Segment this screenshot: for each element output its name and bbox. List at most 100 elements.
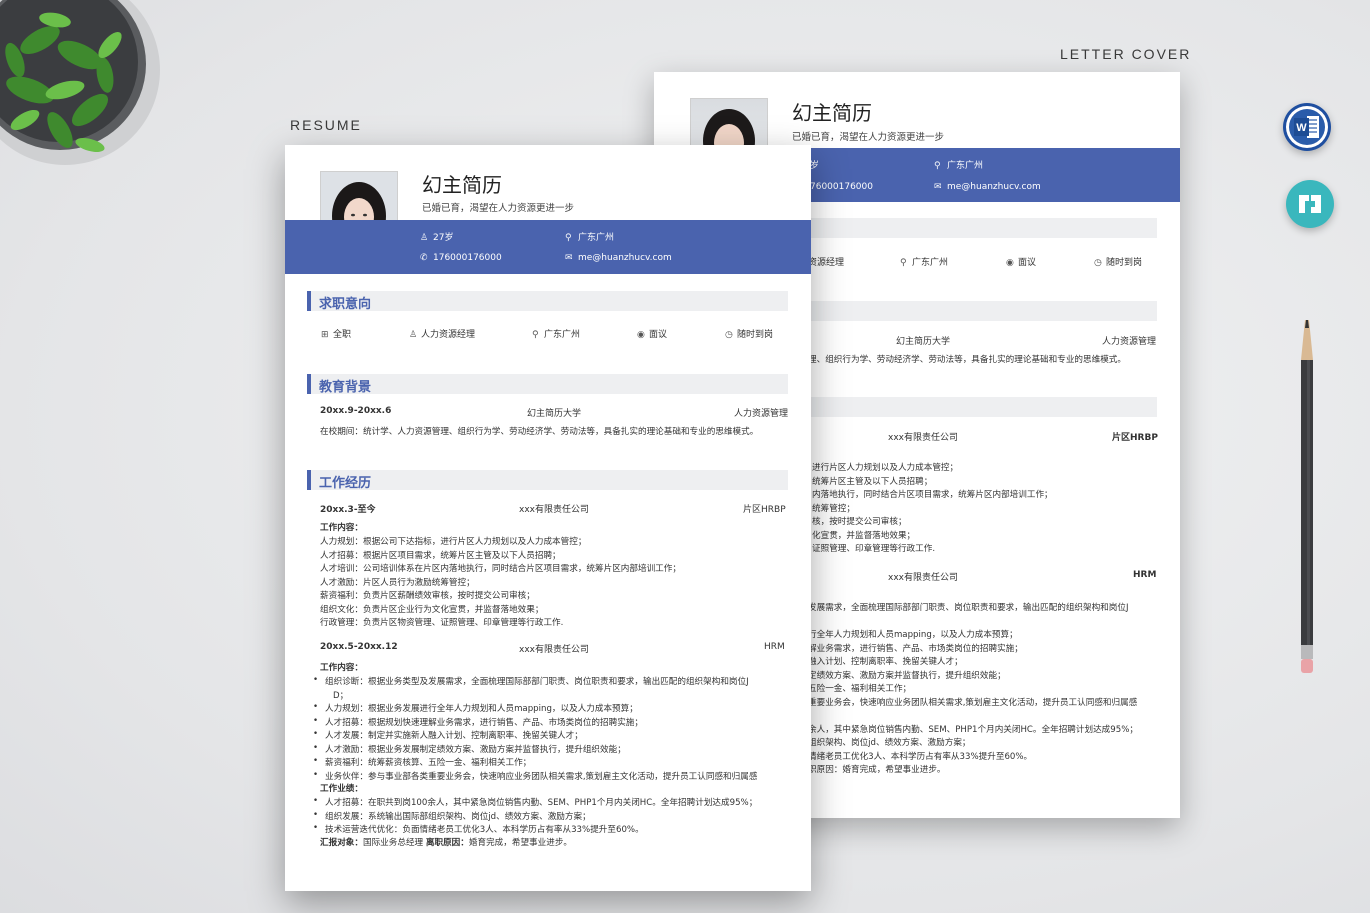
job-content-line: 人才激励：片区人员行为激励统筹管控； (320, 577, 475, 588)
location-icon: ⚲ (900, 258, 907, 268)
back-job1-line: 化宣贯，并监督落地效果； (812, 530, 916, 541)
phone-icon: ✆ (420, 253, 428, 263)
section-title-text: 教育背景 (319, 380, 372, 395)
word-app-icon[interactable]: W (1283, 103, 1331, 151)
job2-achieve-label: 工作业绩： (320, 784, 363, 794)
section-work-title: 工作经历 (307, 470, 788, 491)
resume-page: 幻主简历 已婚已育，渴望在人力资源更进一步 ♙ 27岁 ⚲ 广东广州 ✆ 176000… (285, 145, 811, 891)
mail-icon: ✉ (934, 182, 942, 192)
back-job2-line: 组织架构、岗位jd、绩效方案、激励方案； (808, 738, 971, 748)
mail-icon: ✉ (565, 253, 573, 263)
location-info: ⚲ 广东广州 (565, 233, 615, 243)
back-job1-line: 进行片区人力规划以及人力成本管控； (812, 463, 959, 473)
age-info: ♙ 27岁 (420, 233, 454, 243)
back-name: 幻主简历 (792, 101, 872, 125)
back-intent-3: ◉ 面议 (1006, 258, 1037, 268)
grid-icon: ⊞ (321, 330, 329, 340)
section-title-text: 工作经历 (319, 476, 372, 491)
job-content-bullet: 人才招募：根据规划快速理解业务需求，进行销售、产品、市场类岗位的招聘实施； (313, 716, 643, 728)
job1-content-label: 工作内容： (320, 523, 363, 533)
job1-title: 片区HRBP (743, 505, 786, 515)
back-age: 岁 (810, 161, 820, 171)
document-app-icon[interactable] (1286, 180, 1334, 228)
back-job2-line: 发展需求，全面梳理国际部部门职责、岗位职责和要求，输出匹配的组织架构和岗位J (808, 603, 1129, 613)
job2-period: 20xx.5-20xx.12 (320, 642, 398, 652)
back-job1-line: 统筹管控； (812, 503, 855, 514)
back-job2-line: 情绪老员工优化3人、本科学历占有率从33%提升至60%。 (808, 752, 1033, 762)
edu-period: 20xx.9-20xx.6 (320, 406, 392, 416)
plant-decoration (0, 0, 160, 165)
phone-info: ✆ 176000176000 (420, 253, 502, 263)
location-icon: ⚲ (934, 161, 941, 171)
intent-availability: ◷ 随时到岗 (725, 330, 774, 340)
back-phone: 76000176000 (810, 182, 873, 192)
job-content-line: 人力规划：根据公司下达指标，进行片区人力规划以及人力成本管控； (320, 537, 587, 547)
back-job2-line: 定绩效方案、激励方案并监督执行，提升组织效能； (808, 671, 1006, 681)
back-section-bar-3 (804, 397, 1157, 417)
job-content-bullet: 人才发展：制定并实施新人融入计划、控制离职率、挽留关键人才； (313, 729, 583, 741)
back-job2-company: xxx有限责任公司 (888, 573, 958, 583)
back-job1-title: 片区HRBP (1112, 433, 1158, 443)
back-edu-desc: 理、组织行为学、劳动经济学、劳动法等，具备扎实的理论基础和专业的思维模式。 (808, 355, 1126, 365)
back-job1-company: xxx有限责任公司 (888, 433, 958, 443)
back-job2-line: 余人，其中紧急岗位销售内勤、SEM、PHP1个月内关闭HC。全年招聘计划达成95… (808, 725, 1138, 735)
job-content-line: 人才培训：公司培训体系在片区内落地执行，同时结合片区项目需求，统筹片区内部培训工… (320, 564, 681, 574)
pencil-decoration (1301, 320, 1313, 673)
word-icon: W (1286, 106, 1328, 148)
job-content-bullet: 组织诊断：根据业务类型及发展需求，全面梳理国际部部门职责、岗位职责和要求，输出匹… (313, 675, 749, 687)
achievement-bullet: 人才招募：在职共到岗100余人，其中紧急岗位销售内勤、SEM、PHP1个月内关闭… (313, 796, 757, 808)
edu-school: 幻主简历大学 (527, 409, 582, 419)
job-content-line: 人才招募：根据片区项目需求，统筹片区主管及以下人员招聘； (320, 550, 561, 561)
person-icon: ♙ (420, 233, 429, 243)
job-content-bullet: D； (333, 690, 349, 701)
job-content-line: 薪资福利：负责片区薪酬绩效审核，按时提交公司审核； (320, 591, 535, 601)
back-job2-title: HRM (1133, 570, 1157, 580)
achievement-bullet: 技术运营迭代优化：负面情绪老员工优化3人、本科学历占有率从33%提升至60%。 (313, 823, 644, 835)
location-icon: ⚲ (565, 233, 572, 243)
job2-title: HRM (764, 642, 785, 652)
back-job1-line: 核，按时提交公司审核； (812, 517, 907, 527)
section-education-title: 教育背景 (307, 374, 788, 395)
back-edu-school: 幻主简历大学 (896, 337, 951, 347)
back-job2-line: 融入计划、控制离职率、挽留关键人才； (808, 657, 963, 667)
section-title-text: 求职意向 (319, 297, 372, 312)
salary-icon: ◉ (637, 330, 645, 340)
resume-slogan: 已婚已育，渴望在人力资源更进一步 (422, 203, 575, 214)
back-slogan: 已婚已育，渴望在人力资源更进一步 (792, 132, 945, 143)
job-content-bullet: 人力规划：根据业务发展进行全年人力规划和人员mapping，以及人力成本预算； (313, 702, 638, 714)
back-job1-line: 统筹片区主管及以下人员招聘； (812, 476, 933, 487)
section-accent-bar (307, 470, 311, 490)
back-job2-line: 重要业务会，快速响应业务团队相关需求,策划雇主文化活动，提升员工认同感和归属感 (808, 698, 1138, 708)
job1-company: xxx有限责任公司 (519, 505, 589, 515)
intent-position: ♙ 人力资源经理 (409, 330, 476, 340)
document-icon (1299, 195, 1321, 213)
letter-cover-caption: LETTER COVER (1060, 46, 1192, 62)
header-info-band: ♙ 27岁 ⚲ 广东广州 ✆ 176000176000 ✉ me@huanzhucv.c… (285, 220, 811, 274)
back-job2-line: 行全年人力规划和人员mapping，以及人力成本预算； (808, 630, 1018, 640)
resume-name: 幻主简历 (422, 173, 502, 197)
section-accent-bar (307, 291, 311, 311)
job2-company: xxx有限责任公司 (519, 645, 589, 655)
job-content-bullet: 业务伙伴：参与事业部各类重要业务会，快速响应业务团队相关需求,策划雇主文化活动，… (313, 770, 757, 782)
job-content-bullet: 薪资福利：统筹薪资核算、五险一金、福利相关工作； (313, 756, 531, 768)
back-intent-2: ⚲ 广东广州 (900, 258, 949, 268)
back-job2-line: 职原因：婚育完成，希望事业进步。 (808, 765, 946, 775)
job1-period: 20xx.3-至今 (320, 505, 376, 515)
background: LETTER COVER RESUME W 幻主简历 已婚已育，渴望在人力资源更… (0, 0, 1370, 913)
clock-icon: ◷ (1094, 258, 1102, 268)
location-icon: ⚲ (532, 330, 539, 340)
back-job2-line: 五险一金、福利相关工作； (808, 684, 912, 694)
back-intent-1: 资源经理 (808, 258, 845, 268)
back-job2-line: 解业务需求，进行销售、产品、市场类岗位的招聘实施； (808, 644, 1023, 654)
intent-type: ⊞ 全职 (321, 330, 352, 340)
section-intent-title: 求职意向 (307, 291, 788, 312)
back-section-bar-2 (804, 301, 1157, 321)
job-content-line: 行政管理：负责片区物资管理、证照管理、印章管理等行政工作. (320, 618, 564, 628)
achievement-bullet: 组织发展：系统输出国际部组织架构、岗位jd、绩效方案、激励方案； (313, 810, 591, 822)
svg-text:W: W (1296, 122, 1307, 134)
job2-report-line: 汇报对象：国际业务总经理 离职原因：婚育完成，希望事业进步。 (320, 838, 573, 848)
email-info: ✉ me@huanzhucv.com (565, 253, 672, 263)
person-icon: ♙ (409, 330, 418, 340)
job2-content-label: 工作内容： (320, 663, 363, 673)
back-location: ⚲ 广东广州 (934, 161, 984, 171)
